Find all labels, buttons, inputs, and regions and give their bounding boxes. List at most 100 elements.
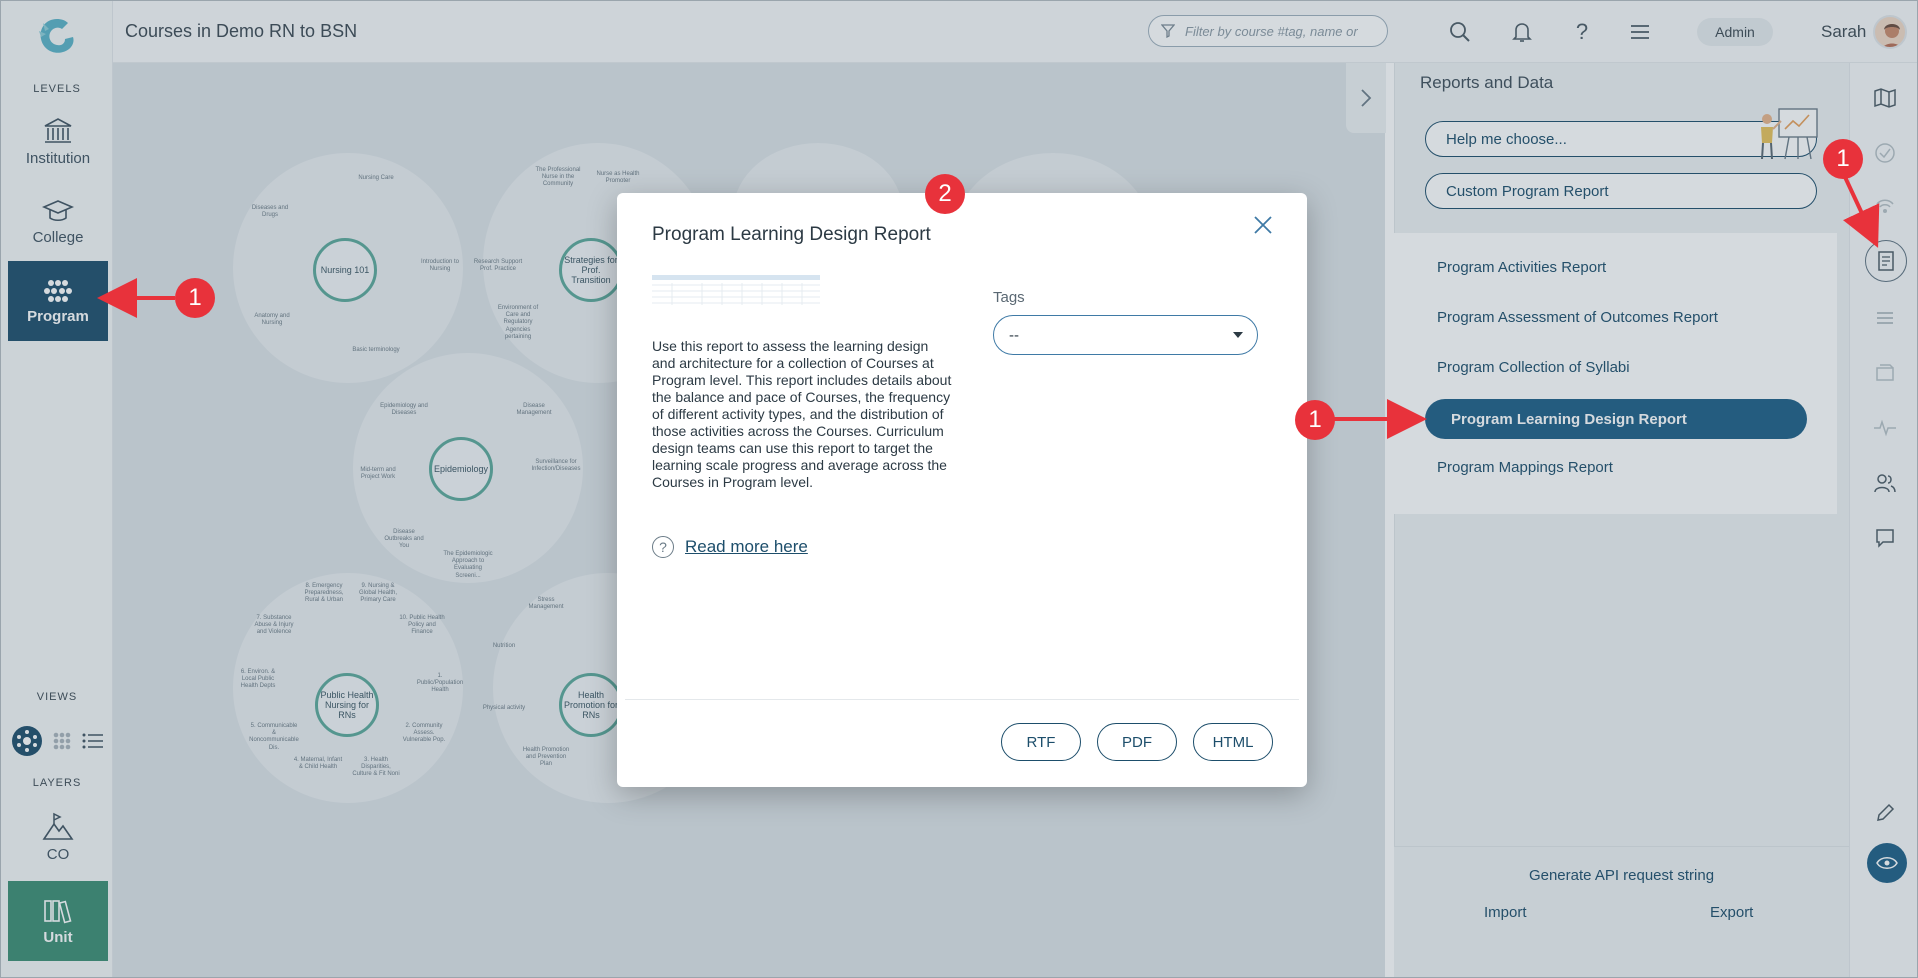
course-node[interactable]: Public Health Nursing for RNs [315,673,379,737]
chevron-right-icon [1361,89,1372,107]
topic-label: Introduction to Nursing [420,259,460,273]
html-button[interactable]: HTML [1193,723,1273,761]
layer-unit-label: Unit [43,928,73,946]
pdf-button[interactable]: PDF [1097,723,1177,761]
layer-co[interactable]: CO [8,797,108,877]
chat-icon[interactable] [1870,523,1900,553]
topic-label: Stress Management [528,597,564,611]
archive-icon[interactable] [1870,358,1900,388]
topic-label: 9. Nursing & Global Health, Primary Care [358,583,398,604]
course-filter-input[interactable]: Filter by course #tag, name or [1148,15,1388,47]
presenter-illustration-icon [1761,108,1818,160]
topic-label: The Professional Nurse in the Community [535,167,581,188]
stack-icon[interactable] [1870,303,1900,333]
layers-label: LAYERS [32,777,82,789]
report-item[interactable]: Program Mappings Report [1437,459,1613,476]
import-link[interactable]: Import [1484,904,1527,921]
topic-label: 10. Public Health Policy and Finance [399,615,445,636]
hamburger-menu-icon[interactable] [1627,19,1653,45]
topic-label: Nurse as Health Promoter [596,171,640,185]
avatar[interactable] [1873,15,1907,49]
report-item[interactable]: Program Collection of Syllabi [1437,359,1630,376]
books-icon [44,899,72,923]
tags-select-value: -- [1009,326,1019,344]
topic-label: 8. Emergency Preparedness, Rural & Urban [304,583,344,604]
admin-badge[interactable]: Admin [1697,18,1773,46]
topic-label: Nursing Care [358,175,394,181]
topic-label: Epidemiology and Diseases [380,403,428,417]
course-node[interactable]: Strategies for Prof. Transition [559,238,623,302]
filter-funnel-icon [1161,24,1175,38]
topic-label: 4. Maternal, Infant & Child Health [293,757,343,771]
pencil-icon[interactable] [1870,798,1900,828]
custom-program-report-button[interactable]: Custom Program Report [1425,173,1817,209]
caret-down-icon [1233,332,1243,338]
check-circle-icon[interactable] [1870,138,1900,168]
pulse-icon[interactable] [1870,413,1900,443]
topic-label: 2. Community Assess. Vulnerable Pop. [402,723,446,744]
eye-icon[interactable] [1867,843,1907,883]
tags-select[interactable]: -- [993,315,1258,355]
modal-title: Program Learning Design Report [652,224,931,245]
generate-api-link[interactable]: Generate API request string [1394,867,1849,884]
report-modal: Program Learning Design Report Use this … [617,193,1307,787]
custom-program-report-label: Custom Program Report [1446,182,1609,200]
reports-panel-title: Reports and Data [1420,73,1554,92]
topic-label: Nutrition [492,643,516,649]
signal-icon[interactable] [1870,193,1900,223]
help-icon[interactable]: ? [1569,19,1595,45]
question-icon: ? [652,536,674,558]
course-node[interactable]: Nursing 101 [313,238,377,302]
report-description: Use this report to assess the learning d… [652,338,952,490]
rtf-button[interactable]: RTF [1001,723,1081,761]
institution-icon [44,117,72,143]
topic-label: Health Promotion and Prevention Plan [522,747,570,768]
topic-label: Mid-term and Project Work [360,467,396,481]
reports-panel-footer: Generate API request string Import Expor… [1394,846,1849,977]
tags-label: Tags [993,289,1025,306]
views-label: VIEWS [36,691,78,703]
report-item[interactable]: Program Activities Report [1437,259,1606,276]
export-link[interactable]: Export [1710,904,1753,921]
view-switcher [8,723,108,759]
graduation-cap-icon [41,199,75,221]
topic-label: Disease Outbreaks and You [384,529,424,550]
topic-label: Environment of Care and Regulatory Agenc… [497,305,539,340]
topic-label: 5. Communicable & Noncommunicable Dis. [249,723,299,751]
app-window: LEVELS Institution College Program VIEWS… [0,0,1918,978]
modal-divider [625,699,1299,700]
list-view-icon[interactable] [81,731,105,751]
collapse-panel-button[interactable] [1346,63,1386,133]
user-name[interactable]: Sarah [1821,22,1866,42]
nav-program[interactable]: Program [8,261,108,341]
nav-college-label: College [32,228,84,246]
topic-label: Surveillance for Infection/Diseases [531,459,581,473]
bell-icon[interactable] [1509,19,1535,45]
read-more-link[interactable]: Read more here [685,537,808,557]
callout-badge: 1 [1823,139,1863,179]
close-icon[interactable] [1251,213,1275,237]
nav-institution[interactable]: Institution [8,101,108,181]
report-item[interactable]: Program Assessment of Outcomes Report [1437,309,1718,326]
topic-label: The Epidemiologic Approach to Evaluating… [443,551,493,579]
page-title: Courses in Demo RN to BSN [125,21,358,41]
report-item-selected[interactable]: Program Learning Design Report [1425,399,1807,439]
app-logo-icon[interactable] [35,15,79,57]
mountain-flag-icon [42,812,74,840]
levels-label: LEVELS [33,83,81,95]
wheel-view-icon[interactable] [11,725,43,757]
reports-panel: Reports and Data Help me choose... Custo… [1394,63,1849,977]
topic-label: 7. Substance Abuse & Injury and Violence [254,615,294,636]
left-navigation: LEVELS Institution College Program VIEWS… [1,1,113,977]
course-node[interactable]: Epidemiology [429,437,493,501]
reports-icon[interactable] [1865,240,1907,282]
map-icon[interactable] [1870,83,1900,113]
topic-label: 1. Public/Population Health [416,673,464,694]
topic-label: Research Support Prof. Practice [473,259,523,273]
users-icon[interactable] [1870,468,1900,498]
layer-unit[interactable]: Unit [8,881,108,961]
search-icon[interactable] [1447,19,1473,45]
course-node[interactable]: Health Promotion for RNs [559,673,623,737]
grid-view-icon[interactable] [50,730,74,752]
nav-college[interactable]: College [8,181,108,261]
